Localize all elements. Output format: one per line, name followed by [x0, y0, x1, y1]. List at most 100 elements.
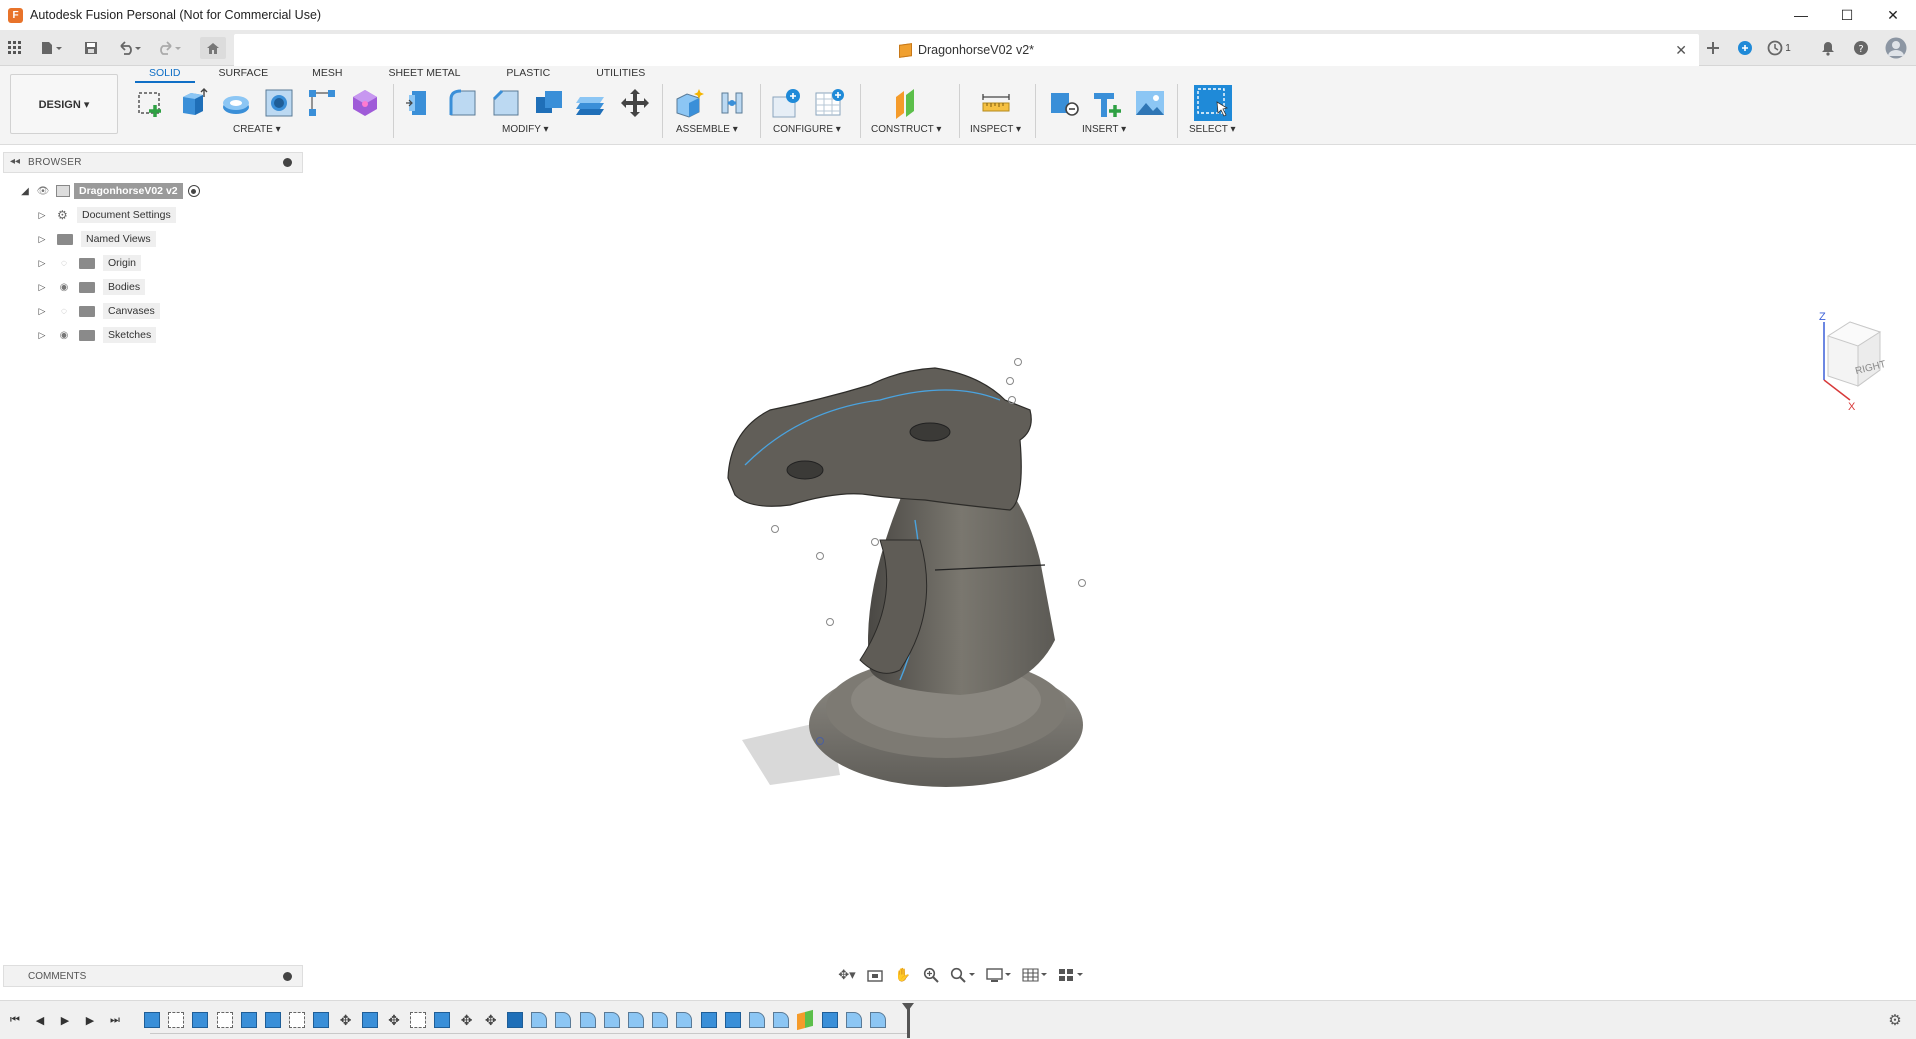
maximize-button[interactable]: ☐ — [1824, 0, 1870, 30]
timeline-extrude-icon[interactable] — [361, 1012, 378, 1028]
timeline-move-icon[interactable]: ✥ — [386, 1012, 402, 1028]
tree-root-label[interactable]: DragonhorseV02 v2 — [74, 183, 183, 199]
timeline-extrude-icon[interactable] — [192, 1012, 209, 1028]
browser-panel-header[interactable]: ◂◂ BROWSER — [3, 152, 303, 173]
timeline-marker[interactable] — [902, 1003, 914, 1038]
view-cube[interactable]: Z X RIGHT — [1814, 306, 1894, 416]
timeline-extrude-icon[interactable] — [265, 1012, 281, 1028]
expand-triangle-icon[interactable]: ▷ — [37, 234, 47, 244]
grid-snaps-icon[interactable] — [1020, 965, 1050, 985]
timeline-fillet-icon[interactable] — [603, 1012, 620, 1028]
form-icon[interactable] — [348, 86, 382, 120]
timeline-split-icon[interactable] — [821, 1012, 838, 1028]
inspect-group-label[interactable]: INSPECT ▾ — [970, 124, 1021, 135]
extensions-icon[interactable] — [1735, 37, 1755, 59]
hole-icon[interactable] — [262, 86, 296, 120]
tab-solid[interactable]: SOLID — [135, 66, 195, 83]
extrude-icon[interactable] — [176, 86, 210, 120]
file-menu-icon[interactable] — [38, 37, 66, 59]
timeline-sketch-icon[interactable] — [168, 1012, 185, 1028]
look-at-icon[interactable] — [864, 965, 886, 985]
chamfer-icon[interactable] — [489, 86, 523, 120]
play-icon[interactable]: ▶ — [56, 1011, 74, 1029]
model-render[interactable] — [0, 146, 1916, 966]
insert-derive-icon[interactable] — [1047, 86, 1081, 120]
apps-grid-icon[interactable] — [6, 37, 24, 59]
timeline-fillet-icon[interactable] — [845, 1012, 862, 1028]
press-pull-icon[interactable] — [403, 86, 437, 120]
activate-radio-icon[interactable] — [187, 185, 200, 197]
timeline-fillet-icon[interactable] — [531, 1012, 548, 1028]
timeline-fillet-icon[interactable] — [749, 1012, 765, 1028]
undo-icon[interactable] — [116, 37, 144, 59]
3d-viewport[interactable]: Z X RIGHT — [0, 146, 1916, 966]
tree-item-bodies[interactable]: ▷ ◉ Bodies — [37, 277, 146, 297]
timeline-extrude-icon[interactable] — [724, 1012, 741, 1028]
tab-utilities[interactable]: UTILITIES — [582, 66, 659, 83]
configure-group-label[interactable]: CONFIGURE ▾ — [773, 124, 841, 135]
expand-root-icon[interactable]: ◢ — [20, 186, 30, 197]
create-sketch-icon[interactable] — [134, 86, 168, 120]
expand-triangle-icon[interactable]: ▷ — [37, 210, 47, 220]
timeline-fillet-icon[interactable] — [652, 1012, 669, 1028]
home-icon[interactable] — [200, 37, 226, 59]
tree-item-sketches[interactable]: ▷ ◉ Sketches — [37, 325, 157, 345]
select-icon[interactable] — [1193, 84, 1233, 122]
tab-plastic[interactable]: PLASTIC — [492, 66, 564, 83]
select-group-label[interactable]: SELECT ▾ — [1189, 124, 1236, 135]
document-tab[interactable]: DragonhorseV02 v2* ✕ — [234, 34, 1699, 66]
close-window-button[interactable]: ✕ — [1870, 0, 1916, 30]
user-avatar-icon[interactable] — [1884, 37, 1908, 59]
pin-panel-icon[interactable] — [283, 158, 292, 167]
offset-plane-icon[interactable] — [889, 86, 923, 120]
timeline-extrude-icon[interactable] — [434, 1012, 451, 1028]
timeline-move-icon[interactable]: ✥ — [338, 1012, 354, 1028]
new-tab-plus-icon[interactable] — [1703, 37, 1723, 59]
timeline-move-icon[interactable]: ✥ — [459, 1012, 475, 1028]
hidden-eye-icon[interactable]: ◌ — [57, 258, 71, 269]
timeline-sketch-icon[interactable] — [289, 1012, 306, 1028]
timeline-sketch-icon[interactable] — [216, 1012, 233, 1028]
go-to-start-icon[interactable]: ⏮ — [6, 1011, 24, 1029]
configure-design-icon[interactable] — [770, 86, 804, 120]
timeline-extrude-icon[interactable] — [313, 1012, 330, 1028]
close-tab-button[interactable]: ✕ — [1675, 42, 1687, 59]
minimize-button[interactable]: — — [1778, 0, 1824, 30]
offset-face-icon[interactable] — [575, 86, 609, 120]
expand-triangle-icon[interactable]: ▷ — [37, 330, 47, 340]
pan-hand-icon[interactable]: ✋ — [892, 965, 914, 985]
timeline-fillet-icon[interactable] — [579, 1012, 596, 1028]
tree-item-document-settings[interactable]: ▷ ⚙ Document Settings — [37, 205, 176, 225]
create-group-label[interactable]: CREATE ▾ — [233, 124, 281, 135]
timeline-sketch-icon[interactable] — [410, 1012, 427, 1028]
rectangular-pattern-icon[interactable] — [305, 86, 339, 120]
viewports-icon[interactable] — [1056, 965, 1086, 985]
timeline-combine-icon[interactable] — [507, 1012, 523, 1028]
modify-group-label[interactable]: MODIFY ▾ — [502, 124, 549, 135]
comments-panel[interactable]: COMMENTS — [3, 965, 303, 987]
step-forward-icon[interactable]: ▶ — [81, 1011, 99, 1029]
timeline-fillet-icon[interactable] — [555, 1012, 572, 1028]
collapse-panel-icon[interactable]: ◂◂ — [10, 156, 20, 167]
zoom-icon[interactable] — [920, 965, 942, 985]
help-icon[interactable]: ? — [1851, 37, 1871, 59]
timeline-extrude-icon[interactable] — [700, 1012, 717, 1028]
orbit-icon[interactable]: ✥▾ — [836, 965, 858, 985]
configuration-table-icon[interactable] — [813, 86, 847, 120]
tree-item-origin[interactable]: ▷ ◌ Origin — [37, 253, 142, 273]
expand-triangle-icon[interactable]: ▷ — [37, 258, 47, 268]
tab-mesh[interactable]: MESH — [298, 66, 356, 83]
tree-item-named-views[interactable]: ▷ Named Views — [37, 229, 156, 249]
workspace-switcher[interactable]: DESIGN ▾ — [10, 74, 118, 134]
bell-icon[interactable] — [1818, 37, 1838, 59]
save-icon[interactable] — [82, 37, 100, 59]
timeline-plane-icon[interactable] — [797, 1009, 814, 1031]
zoom-window-icon[interactable] — [948, 965, 978, 985]
insert-group-label[interactable]: INSERT ▾ — [1082, 124, 1126, 135]
assemble-group-label[interactable]: ASSEMBLE ▾ — [676, 124, 738, 135]
tree-root[interactable]: ◢ 👁 DragonhorseV02 v2 — [20, 181, 200, 201]
visibility-eye-icon[interactable]: ◉ — [57, 282, 71, 293]
add-comment-icon[interactable] — [283, 972, 292, 981]
move-copy-icon[interactable] — [618, 86, 652, 120]
new-component-icon[interactable] — [672, 86, 706, 120]
